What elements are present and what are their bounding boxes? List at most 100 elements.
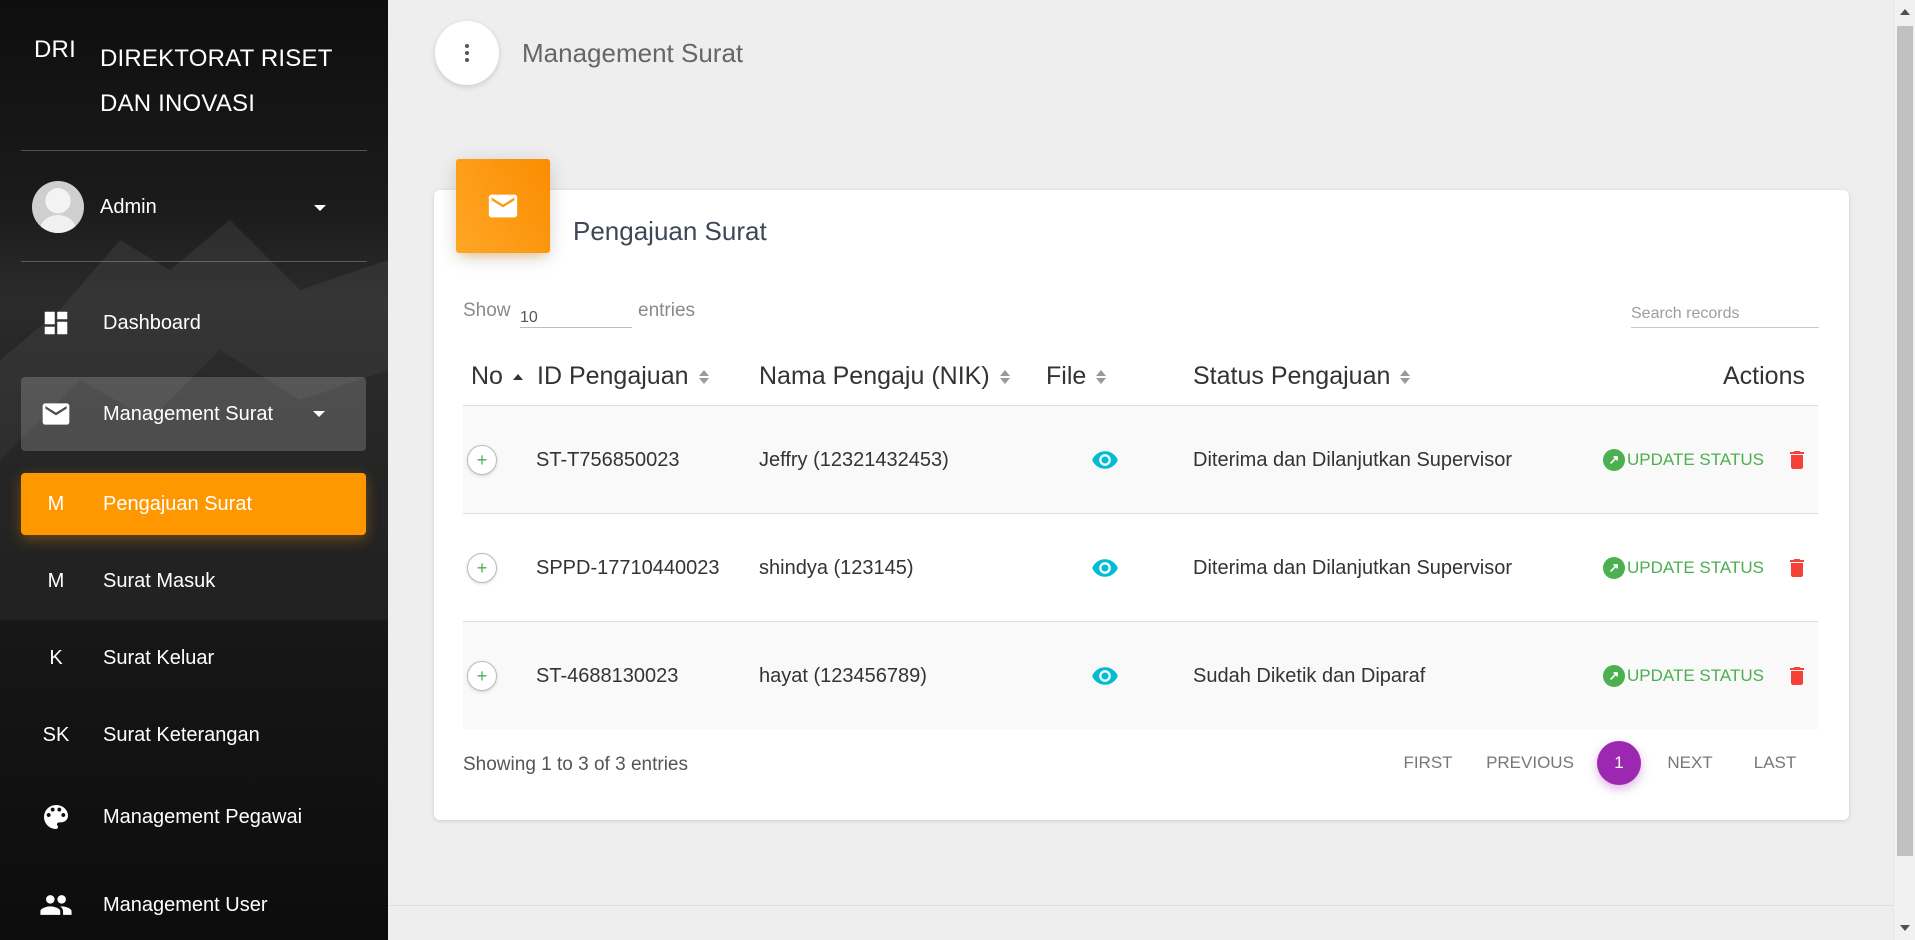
page-length-select[interactable] (520, 302, 632, 328)
sidebar-item-label: Surat Masuk (103, 569, 216, 592)
pagination-first[interactable]: First (1398, 741, 1458, 785)
more-vert-icon (465, 44, 469, 62)
abbr-icon: K (49, 646, 63, 669)
sidebar-item-dashboard[interactable]: Dashboard (21, 292, 366, 354)
search-input[interactable] (1631, 300, 1819, 328)
footer-divider (388, 905, 1893, 906)
sidebar-item-label: Management Surat (103, 402, 274, 425)
sort-icon (999, 369, 1010, 385)
trash-icon (1790, 667, 1804, 685)
sidebar-item-management-surat[interactable]: Management Surat (21, 377, 366, 451)
sidebar-item-surat-keluar[interactable]: K Surat Keluar (21, 627, 366, 689)
scrollbar-thumb[interactable] (1897, 26, 1913, 856)
column-header-file[interactable]: File (1046, 362, 1107, 391)
view-file-button[interactable] (1091, 406, 1119, 514)
update-status-label: UPDATE STATUS (1627, 666, 1764, 685)
trash-icon (1790, 559, 1804, 577)
scroll-up-icon[interactable] (1900, 9, 1910, 15)
cell-id: SPPD-17710440023 (536, 556, 720, 579)
update-status-button[interactable]: ↗ UPDATE STATUS (1603, 622, 1764, 730)
column-header-nama[interactable]: Nama Pengaju (NIK) (759, 362, 1010, 391)
view-file-button[interactable] (1091, 514, 1119, 622)
abbr-icon: M (47, 569, 65, 592)
eye-icon (1092, 667, 1118, 685)
plus-icon: + (467, 553, 497, 583)
cell-id: ST-4688130023 (536, 664, 679, 687)
card-title: Pengajuan Surat (573, 216, 767, 246)
sidebar-item-label: Surat Keluar (103, 646, 215, 669)
table-info: Showing 1 to 3 of 3 entries (463, 754, 688, 775)
sidebar-item-label: Surat Keterangan (103, 723, 260, 746)
sidebar-item-management-pegawai[interactable]: Management Pegawai (21, 786, 366, 848)
column-header-label: No (471, 362, 503, 390)
plus-icon: + (467, 445, 497, 475)
chevron-down-icon (314, 205, 326, 211)
update-status-label: UPDATE STATUS (1627, 558, 1764, 577)
user-name: Admin (100, 195, 157, 218)
avatar (32, 181, 84, 233)
people-icon (21, 888, 91, 922)
sidebar: DRI DIREKTORAT RISET DAN INOVASI Admin D… (0, 0, 388, 940)
trash-icon (1790, 451, 1804, 469)
pagination-next[interactable]: Next (1665, 741, 1715, 785)
arrow-outward-icon: ↗ (1603, 557, 1625, 579)
entries-label: entries (638, 300, 696, 321)
column-header-label: Nama Pengaju (NIK) (759, 362, 990, 390)
arrow-outward-icon: ↗ (1603, 449, 1625, 471)
brand-full: DIREKTORAT RISET DAN INOVASI (100, 45, 333, 117)
delete-button[interactable] (1785, 406, 1809, 514)
cell-status: Diterima dan Dilanjutkan Supervisor (1193, 556, 1513, 579)
update-status-button[interactable]: ↗ UPDATE STATUS (1603, 514, 1764, 622)
divider (21, 150, 367, 151)
eye-icon (1092, 559, 1118, 577)
sort-icon (1096, 369, 1107, 385)
show-label: Show (463, 300, 511, 321)
sort-asc-icon (512, 369, 523, 385)
sidebar-item-pengajuan-surat[interactable]: M Pengajuan Surat (21, 473, 366, 535)
sidebar-item-surat-masuk[interactable]: M Surat Masuk (21, 550, 366, 612)
cell-name: Jeffry (12321432453) (759, 448, 949, 471)
expand-row-button[interactable]: + (467, 406, 497, 514)
sidebar-item-label: Pengajuan Surat (103, 492, 253, 515)
mail-icon (21, 398, 91, 430)
sidebar-toggle-button[interactable] (435, 21, 499, 85)
abbr-icon: M (47, 492, 65, 515)
expand-row-button[interactable]: + (467, 514, 497, 622)
plus-icon: + (467, 661, 497, 691)
view-file-button[interactable] (1091, 622, 1119, 730)
cell-status: Diterima dan Dilanjutkan Supervisor (1193, 448, 1513, 471)
scrollbar[interactable] (1893, 0, 1915, 940)
cell-name: hayat (123456789) (759, 664, 927, 687)
column-header-label: Status Pengajuan (1193, 362, 1391, 390)
column-header-id[interactable]: ID Pengajuan (537, 362, 709, 391)
page-title: Management Surat (522, 38, 744, 68)
column-header-label: Actions (1723, 362, 1805, 390)
column-header-status[interactable]: Status Pengajuan (1193, 362, 1411, 391)
palette-icon (21, 801, 91, 833)
column-header-label: File (1046, 362, 1087, 390)
delete-button[interactable] (1785, 514, 1809, 622)
scroll-down-icon[interactable] (1900, 925, 1910, 931)
update-status-label: UPDATE STATUS (1627, 450, 1764, 469)
sidebar-item-management-user[interactable]: Management User (21, 874, 366, 936)
pagination-previous[interactable]: Previous (1485, 741, 1575, 785)
table-row: + ST-T756850023 Jeffry (12321432453) Dit… (463, 405, 1818, 513)
sort-icon (1400, 369, 1411, 385)
pagination-page-1[interactable]: 1 (1597, 741, 1641, 785)
sidebar-item-surat-keterangan[interactable]: SK Surat Keterangan (21, 704, 366, 766)
column-header-no[interactable]: No (471, 362, 523, 391)
dashboard-icon (21, 308, 91, 338)
update-status-button[interactable]: ↗ UPDATE STATUS (1603, 406, 1764, 514)
expand-row-button[interactable]: + (467, 622, 497, 730)
sort-icon (698, 369, 709, 385)
cell-name: shindya (123145) (759, 556, 914, 579)
cell-status: Sudah Diketik dan Diparaf (1193, 664, 1426, 687)
cell-id: ST-T756850023 (536, 448, 680, 471)
pagination-last[interactable]: Last (1750, 741, 1800, 785)
sidebar-item-label: Management User (103, 893, 268, 916)
divider (21, 261, 367, 262)
user-menu[interactable]: Admin (32, 180, 332, 234)
abbr-icon: SK (42, 723, 70, 746)
eye-icon (1092, 451, 1118, 469)
delete-button[interactable] (1785, 622, 1809, 730)
